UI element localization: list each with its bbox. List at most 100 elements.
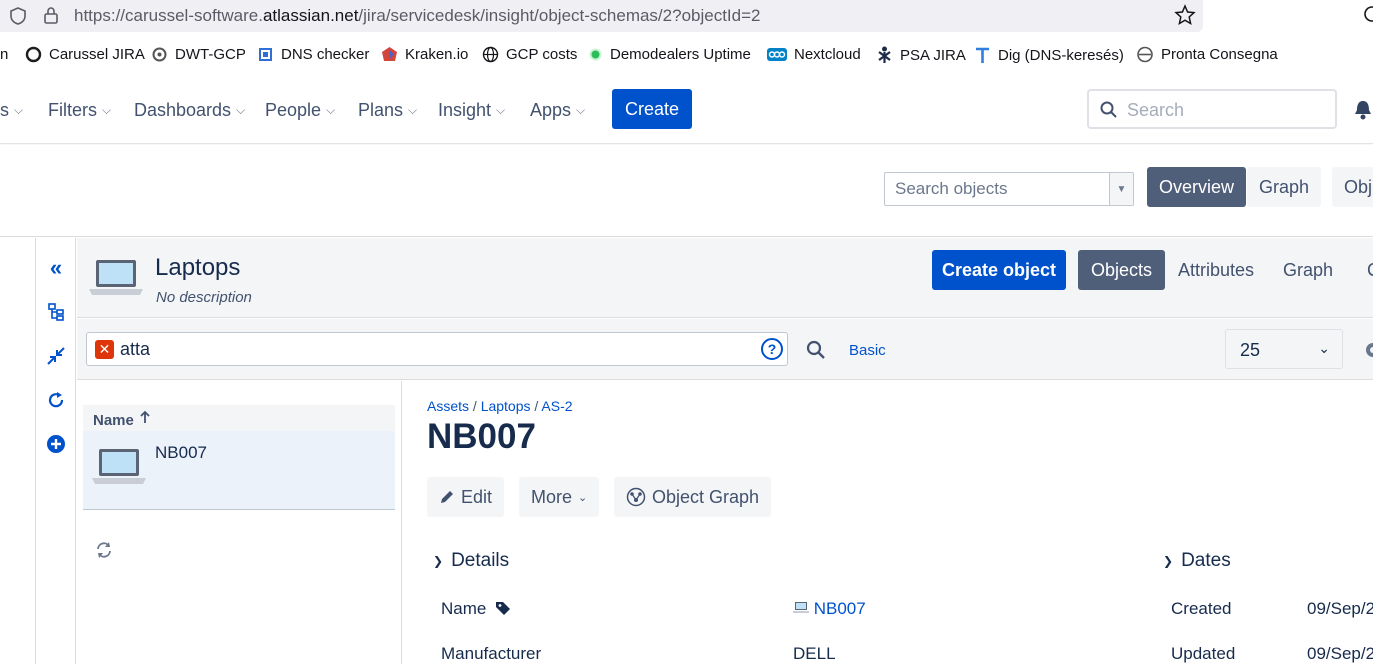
- bookmark-pronta-consegna[interactable]: Pronta Consegna: [1136, 46, 1278, 63]
- more-button[interactable]: More ⌄: [519, 477, 600, 517]
- nav-dashboards[interactable]: Dashboards ⌵: [134, 100, 245, 121]
- search-icon[interactable]: [806, 340, 826, 360]
- create-object-button[interactable]: Create object: [932, 250, 1066, 290]
- edit-button[interactable]: Edit: [427, 477, 505, 517]
- iql-search-input[interactable]: ✕ atta ?: [86, 332, 788, 366]
- invalid-query-icon: ✕: [95, 340, 114, 359]
- details-section-header[interactable]: ❯ Details: [433, 550, 509, 572]
- bookmark-carussel-jira[interactable]: Carussel JIRA: [25, 46, 145, 63]
- bookmark-demodealers-uptime[interactable]: Demodealers Uptime: [588, 46, 751, 63]
- list-column-header-name[interactable]: Name: [83, 405, 395, 431]
- chevron-down-icon: ⌵: [576, 103, 586, 117]
- breadcrumb-object-key[interactable]: AS-2: [541, 398, 572, 414]
- tab-graph[interactable]: Graph: [1270, 250, 1346, 290]
- chevron-down-icon: ❯: [433, 554, 444, 568]
- tab-attributes[interactable]: Attributes: [1165, 250, 1267, 290]
- bookmark-dig[interactable]: Dig (DNS-keresés): [974, 46, 1124, 64]
- object-type-view: Laptops No description Create object Obj…: [77, 238, 1373, 664]
- schema-toolbar: Search objects ▼ Overview Graph Obj: [0, 145, 1373, 237]
- chevron-down-icon: ❯: [1163, 554, 1174, 568]
- tab-graph[interactable]: Graph: [1247, 167, 1322, 207]
- attribute-value-name[interactable]: NB007: [793, 599, 866, 619]
- bookmark-gcp-costs[interactable]: GCP costs: [482, 46, 577, 63]
- basic-mode-link[interactable]: Basic: [849, 342, 886, 359]
- chip-icon: [259, 48, 272, 61]
- reader-view-icon[interactable]: [1362, 4, 1373, 24]
- bookmark-item[interactable]: n: [0, 46, 8, 63]
- breadcrumb-laptops[interactable]: Laptops: [481, 398, 531, 414]
- kraken-icon: [382, 47, 397, 61]
- breadcrumb-assets[interactable]: Assets: [427, 398, 469, 414]
- object-list-pane: Name NB007: [77, 381, 402, 664]
- bookmark-dwt-gcp[interactable]: DWT-GCP: [151, 46, 246, 63]
- chevron-down-icon: ⌵: [236, 103, 246, 117]
- bookmark-dns-checker[interactable]: DNS checker: [257, 46, 369, 63]
- chevron-down-icon: ⌵: [496, 103, 506, 117]
- filter-row: ✕ atta ? Basic 25 ⌄: [77, 319, 1373, 380]
- nav-people[interactable]: People ⌵: [265, 100, 335, 121]
- settings-gear-icon[interactable]: [1363, 340, 1373, 360]
- nextcloud-icon: [767, 48, 787, 61]
- tree-hierarchy-icon[interactable]: [44, 300, 68, 324]
- attribute-value-manufacturer: DELL: [793, 644, 836, 663]
- add-circle-icon[interactable]: [44, 432, 68, 456]
- bookmark-kraken[interactable]: Kraken.io: [381, 46, 468, 63]
- pencil-icon: [441, 491, 453, 503]
- nav-insight[interactable]: Insight ⌵: [438, 100, 505, 121]
- dates-section-header[interactable]: ❯ Dates: [1163, 550, 1231, 572]
- global-search-input[interactable]: Search: [1087, 89, 1337, 129]
- search-icon: [1100, 101, 1117, 118]
- tab-overview[interactable]: Overview: [1147, 167, 1247, 207]
- minimize-arrows-icon[interactable]: [44, 344, 68, 368]
- jira-icon: [25, 46, 42, 63]
- tag-icon: [496, 602, 511, 615]
- list-item[interactable]: NB007: [83, 431, 395, 510]
- pronta-icon: [1137, 46, 1153, 63]
- date-value-updated: 09/Sep/2: [1307, 644, 1373, 663]
- graph-icon: [626, 487, 646, 507]
- tab-objects[interactable]: Obj: [1332, 167, 1373, 207]
- breadcrumb: Assets / Laptops / AS-2: [427, 398, 573, 414]
- object-graph-button[interactable]: Object Graph: [614, 477, 772, 517]
- nav-apps[interactable]: Apps ⌵: [530, 100, 585, 121]
- star-bookmark-icon[interactable]: [1174, 4, 1196, 26]
- tab-more[interactable]: C: [1354, 250, 1373, 290]
- top-navigation: s ⌵ Filters ⌵ Dashboards ⌵ People ⌵ Plans ⌵ I…: [0, 74, 1373, 144]
- laptop-icon: [89, 260, 143, 295]
- create-button[interactable]: Create: [612, 89, 692, 129]
- bookmarks-bar: n Carussel JIRA DWT-GCP DNS checker Krak…: [0, 42, 1373, 70]
- object-type-description: No description: [156, 289, 252, 306]
- date-label-updated: Updated: [1171, 644, 1236, 663]
- chevron-down-icon: ⌄: [578, 491, 588, 504]
- chevron-down-icon: ⌵: [14, 103, 24, 117]
- shield-icon[interactable]: [8, 6, 28, 26]
- caret-down-icon[interactable]: ▼: [1109, 173, 1133, 205]
- object-type-title: Laptops: [155, 254, 241, 281]
- chevron-down-icon: ⌵: [408, 103, 418, 117]
- refresh-icon[interactable]: [44, 388, 68, 412]
- url-text: https://carussel-software.atlassian.net/…: [74, 6, 761, 25]
- object-detail-pane: Assets / Laptops / AS-2 NB007 Edit More …: [403, 381, 1373, 664]
- nav-plans[interactable]: Plans ⌵: [358, 100, 417, 121]
- nav-projects[interactable]: s ⌵: [0, 100, 23, 121]
- laptop-icon: [92, 449, 146, 484]
- sort-arrow-up-icon: [140, 410, 150, 423]
- reload-icon[interactable]: [95, 541, 113, 559]
- tab-objects[interactable]: Objects: [1078, 250, 1166, 290]
- date-value-created: 09/Sep/2: [1307, 599, 1373, 618]
- notifications-bell-icon[interactable]: [1353, 99, 1373, 121]
- collapse-double-chevron-icon[interactable]: «: [44, 255, 68, 280]
- bookmark-nextcloud[interactable]: Nextcloud: [767, 46, 861, 63]
- tree-toolbar: «: [36, 238, 76, 664]
- help-question-icon[interactable]: ?: [761, 338, 783, 360]
- page-size-select[interactable]: 25 ⌄: [1225, 329, 1343, 369]
- chevron-down-icon: ⌄: [1318, 340, 1330, 356]
- psa-icon: [878, 46, 891, 63]
- search-objects-select[interactable]: Search objects ▼: [884, 172, 1134, 206]
- nav-filters[interactable]: Filters ⌵: [48, 100, 111, 121]
- object-title: NB007: [427, 417, 536, 456]
- bookmark-psa-jira[interactable]: PSA JIRA: [876, 46, 966, 64]
- attribute-label-name: Name: [441, 599, 511, 619]
- lock-icon[interactable]: [42, 5, 60, 25]
- browser-url-bar[interactable]: https://carussel-software.atlassian.net/…: [0, 0, 1203, 32]
